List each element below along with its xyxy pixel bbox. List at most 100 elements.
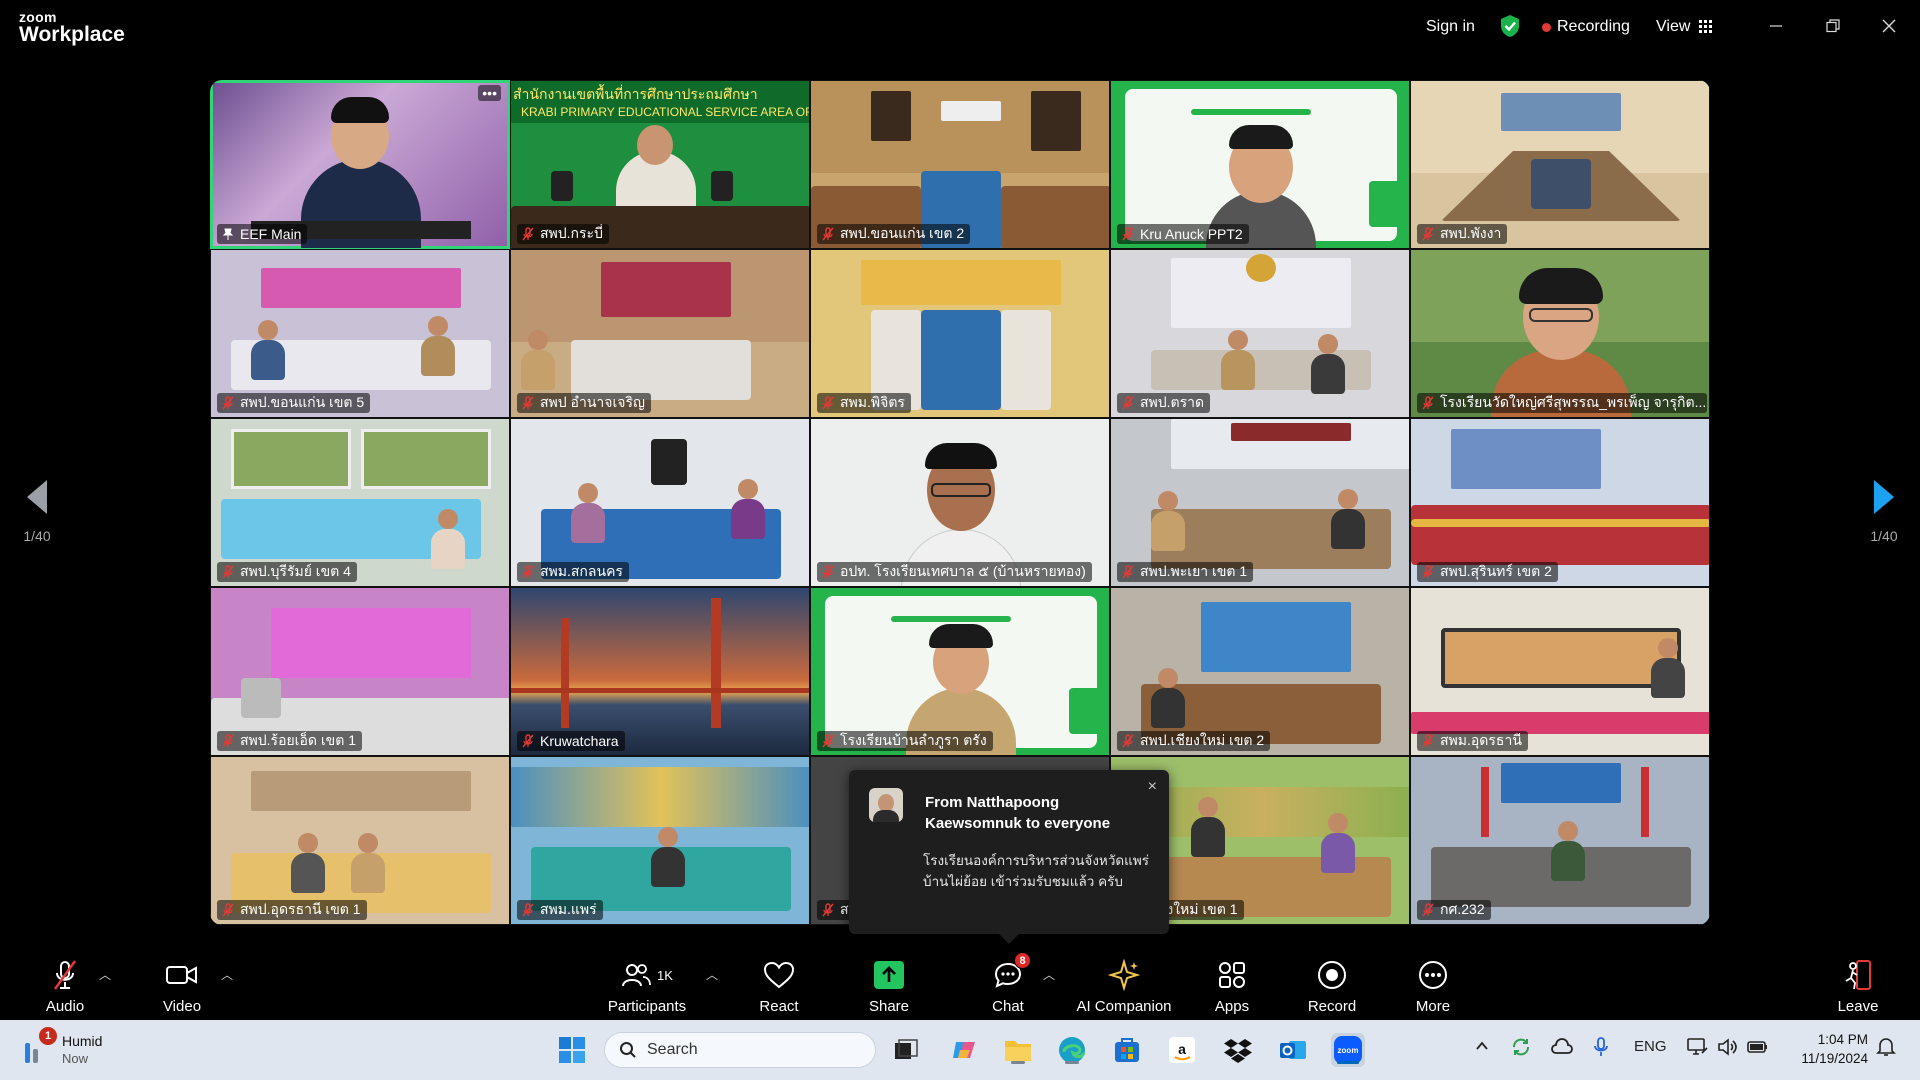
- edge-button[interactable]: [1055, 1033, 1089, 1067]
- mic-muted-icon: [1122, 734, 1134, 748]
- video-tile[interactable]: ••• EEF Main: [210, 80, 510, 249]
- close-window-button[interactable]: [1874, 14, 1904, 38]
- video-tile[interactable]: สพม.อุดรธานี: [1410, 587, 1710, 756]
- video-tile[interactable]: โรงเรียนบ้านลำภูรา ตรัง: [810, 587, 1110, 756]
- participant-name-tag: อปท. โรงเรียนเทศบาล ๕ (บ้านหรายทอง): [817, 562, 1092, 582]
- video-tile[interactable]: สพม.แพร่: [510, 756, 810, 925]
- participants-button[interactable]: 1K Participants: [606, 946, 688, 1020]
- share-button[interactable]: Share: [864, 946, 914, 1020]
- video-tile[interactable]: อปท. โรงเรียนเทศบาล ๕ (บ้านหรายทอง): [810, 418, 1110, 587]
- video-tile[interactable]: สพป.พะเยา เขต 1: [1110, 418, 1410, 587]
- pin-icon: [222, 228, 234, 240]
- video-tile[interactable]: สพป.สุรินทร์ เขต 2: [1410, 418, 1710, 587]
- video-tile[interactable]: สพป.บุรีรัมย์ เขต 4: [210, 418, 510, 587]
- task-view-button[interactable]: [889, 1033, 923, 1067]
- next-page-button[interactable]: 1/40: [1864, 480, 1904, 544]
- participant-name-tag: สพม.สกลนคร: [517, 562, 629, 582]
- participant-name-tag: สพป.ร้อยเอ็ด เขต 1: [217, 731, 362, 751]
- zoom-taskbar-button[interactable]: zoom: [1331, 1033, 1365, 1067]
- video-tile[interactable]: สำนักงานเขตพื้นที่การศึกษาประถมศึกษา KRA…: [510, 80, 810, 249]
- battery-icon: [1747, 1041, 1767, 1053]
- weather-alert-badge: 1: [39, 1027, 57, 1045]
- dropbox-button[interactable]: [1221, 1033, 1255, 1067]
- participant-name-tag: สพป อำนาจเจริญ: [517, 393, 651, 413]
- file-explorer-button[interactable]: [1001, 1033, 1035, 1067]
- sync-button[interactable]: [1510, 1036, 1532, 1062]
- network-button[interactable]: [1686, 1036, 1708, 1062]
- video-tile[interactable]: สพม.สกลนคร: [510, 418, 810, 587]
- video-tile[interactable]: สพป อำนาจเจริญ: [510, 249, 810, 418]
- running-indicator: [1337, 1061, 1359, 1064]
- apps-icon: [1219, 962, 1245, 988]
- mic-muted-icon: [822, 734, 834, 748]
- task-view-icon: [895, 1039, 918, 1059]
- video-tile[interactable]: สพป.เชียงใหม่ เขต 2: [1110, 587, 1410, 756]
- start-button[interactable]: [555, 1033, 589, 1067]
- video-tile[interactable]: โรงเรียนวัดใหญ่ศรีสุพรรณ_พรเพ็ญ จารุกิต.…: [1410, 249, 1710, 418]
- notifications-button[interactable]: [1876, 1036, 1896, 1062]
- battery-button[interactable]: [1746, 1036, 1770, 1062]
- prev-page-button[interactable]: 1/40: [17, 480, 57, 544]
- more-options-icon[interactable]: •••: [478, 85, 501, 101]
- participant-name-tag: สพม.พิจิตร: [817, 393, 911, 413]
- video-tile[interactable]: สพป.ขอนแก่น เขต 5: [210, 249, 510, 418]
- close-icon[interactable]: ×: [1148, 778, 1157, 796]
- participants-options-caret-icon[interactable]: ︿: [706, 966, 718, 983]
- video-tile[interactable]: สพป.พังงา: [1410, 80, 1710, 249]
- store-button[interactable]: [1110, 1033, 1144, 1067]
- ai-companion-button[interactable]: AI Companion: [1074, 946, 1174, 1020]
- banner-text-english: KRABI PRIMARY EDUCATIONAL SERVICE AREA O…: [511, 103, 809, 123]
- video-button[interactable]: Video: [157, 946, 207, 1020]
- sign-in-button[interactable]: Sign in: [1426, 15, 1475, 39]
- apps-button[interactable]: Apps: [1207, 946, 1257, 1020]
- video-tile[interactable]: Kruwatchara: [510, 587, 810, 756]
- chat-button[interactable]: 8 Chat: [983, 946, 1033, 1020]
- video-options-caret-icon[interactable]: ︿: [221, 966, 233, 983]
- weather-time: Now: [62, 1051, 89, 1066]
- volume-button[interactable]: [1716, 1036, 1738, 1062]
- search-placeholder: Search: [647, 1041, 698, 1058]
- system-clock[interactable]: 1:04 PM 11/19/2024: [1784, 1030, 1868, 1068]
- mic-muted-icon: [1422, 565, 1434, 579]
- more-dots-icon: [1419, 961, 1447, 989]
- clock-date: 11/19/2024: [1801, 1051, 1868, 1066]
- react-button[interactable]: React: [754, 946, 804, 1020]
- leave-button[interactable]: Leave: [1833, 946, 1883, 1020]
- taskbar-search[interactable]: Search: [604, 1032, 876, 1068]
- restore-button[interactable]: [1818, 14, 1848, 38]
- language-indicator[interactable]: ENG: [1634, 1038, 1667, 1055]
- record-button[interactable]: Record: [1307, 946, 1357, 1020]
- show-hidden-icons-button[interactable]: [1474, 1038, 1490, 1058]
- video-tile[interactable]: สพป.ขอนแก่น เขต 2: [810, 80, 1110, 249]
- participants-count: 1K: [657, 967, 673, 983]
- copilot-button[interactable]: [947, 1033, 981, 1067]
- video-tile[interactable]: สพม.พิจิตร: [810, 249, 1110, 418]
- participant-name-tag: สพป.อุดรธานี เขต 1: [217, 900, 367, 920]
- view-button[interactable]: View: [1656, 15, 1713, 39]
- more-button[interactable]: More: [1408, 946, 1458, 1020]
- bell-icon: [1876, 1038, 1896, 1056]
- shield-icon[interactable]: [1499, 14, 1521, 38]
- mic-muted-icon: [522, 396, 534, 410]
- video-tile[interactable]: สพป.อุดรธานี เขต 1: [210, 756, 510, 925]
- video-tile[interactable]: สพป.ตราด: [1110, 249, 1410, 418]
- video-tile[interactable]: กศ.232: [1410, 756, 1710, 925]
- microphone-tray-button[interactable]: [1591, 1036, 1611, 1062]
- weather-widget[interactable]: 1 Humid Now: [22, 1027, 102, 1070]
- chat-notification[interactable]: From Natthapoong Kaewsomnuk to everyone …: [849, 770, 1169, 944]
- chat-options-caret-icon[interactable]: ︿: [1043, 966, 1055, 983]
- audio-options-caret-icon[interactable]: ︿: [99, 966, 111, 983]
- video-tile[interactable]: Kru Anuck PPT2: [1110, 80, 1410, 249]
- amazon-button[interactable]: a: [1165, 1033, 1199, 1067]
- recording-indicator[interactable]: Recording: [1542, 15, 1630, 39]
- vpn-button[interactable]: [1550, 1036, 1574, 1062]
- mic-muted-icon: [522, 565, 534, 579]
- participant-name-tag: สพป.กระบี่: [517, 224, 609, 244]
- audio-button[interactable]: Audio: [40, 946, 90, 1020]
- video-tile[interactable]: สพป.ร้อยเอ็ด เขต 1: [210, 587, 510, 756]
- participant-name-tag: Kru Anuck PPT2: [1117, 224, 1249, 244]
- participant-name-tag: โรงเรียนบ้านลำภูรา ตรัง: [817, 731, 993, 751]
- minimize-button[interactable]: [1761, 14, 1791, 38]
- grid-icon: [1699, 20, 1713, 33]
- outlook-button[interactable]: [1276, 1033, 1310, 1067]
